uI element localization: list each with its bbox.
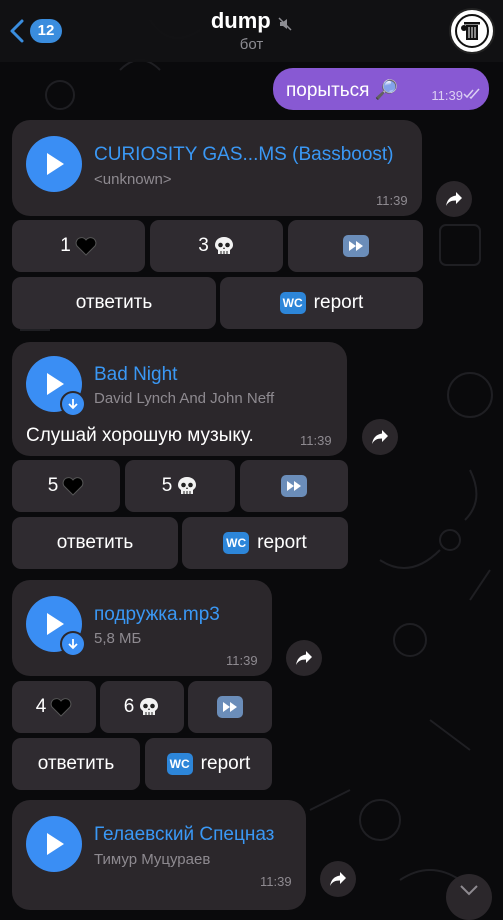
scroll-to-bottom-button[interactable] <box>446 874 492 920</box>
play-icon <box>47 373 64 395</box>
play-button[interactable] <box>26 136 82 192</box>
like-button[interactable]: 4 <box>12 681 96 733</box>
skull-button[interactable]: 3 <box>150 220 283 272</box>
report-button[interactable]: WC report <box>182 517 348 569</box>
track-title[interactable]: CURIOSITY GAS...MS (Bassboost) <box>94 144 394 166</box>
wc-icon: WC <box>166 753 193 775</box>
message-time: 11:39 <box>300 433 332 448</box>
black-heart-icon <box>50 698 72 717</box>
outgoing-message[interactable]: порыться 🔎 11:39 <box>273 68 489 110</box>
reply-label: ответить <box>37 753 115 774</box>
chat-title-block[interactable]: dump бот <box>0 8 503 53</box>
track-artist: <unknown> <box>94 171 172 188</box>
chevron-down-icon <box>460 885 478 896</box>
skull-count: 6 <box>123 696 135 717</box>
track-artist: David Lynch And John Neff <box>94 390 275 407</box>
skull-count: 3 <box>198 235 209 256</box>
share-arrow-icon <box>296 651 312 665</box>
skull-icon <box>178 477 197 494</box>
download-icon[interactable] <box>60 391 86 417</box>
trash-bin-icon <box>455 14 489 48</box>
mute-icon <box>278 17 292 31</box>
reply-label: ответить <box>75 292 153 313</box>
like-count: 1 <box>60 235 71 256</box>
share-arrow-icon <box>330 872 346 886</box>
skull-button[interactable]: 6 <box>100 681 184 733</box>
reply-button[interactable]: ответить <box>12 738 140 790</box>
track-title[interactable]: Гелаевский Спецназ <box>94 824 274 846</box>
like-count: 4 <box>35 696 47 717</box>
like-count: 5 <box>47 475 59 496</box>
download-icon[interactable] <box>60 631 86 657</box>
share-button[interactable] <box>436 181 472 217</box>
chat-subtitle: бот <box>239 36 264 53</box>
next-track-button[interactable] <box>188 681 272 733</box>
share-arrow-icon <box>372 430 388 444</box>
skull-count: 5 <box>161 475 173 496</box>
share-arrow-icon <box>446 192 462 206</box>
report-label: report <box>313 292 364 313</box>
play-icon <box>47 613 64 635</box>
next-track-button[interactable] <box>240 460 348 512</box>
like-button[interactable]: 5 <box>12 460 120 512</box>
track-title[interactable]: Bad Night <box>94 364 177 386</box>
file-name[interactable]: подружка.mp3 <box>94 604 220 626</box>
reply-button[interactable]: ответить <box>12 277 216 329</box>
chat-header: 12 dump бот <box>0 0 503 62</box>
like-button[interactable]: 1 <box>12 220 145 272</box>
skull-button[interactable]: 5 <box>125 460 235 512</box>
report-label: report <box>200 753 251 774</box>
audio-message-4[interactable]: Гелаевский Спецназ Тимур Муцураев 11:39 <box>12 800 306 910</box>
fast-forward-icon <box>217 696 243 718</box>
message-time: 11:39 <box>376 193 408 208</box>
wc-icon: WC <box>223 532 250 554</box>
reply-button[interactable]: ответить <box>12 517 178 569</box>
fast-forward-icon <box>281 475 307 497</box>
message-time: 11:39 <box>431 88 463 103</box>
play-icon <box>47 833 64 855</box>
message-caption: Слушай хорошую музыку. <box>26 425 254 446</box>
message-time: 11:39 <box>260 874 292 889</box>
report-button[interactable]: WC report <box>145 738 272 790</box>
black-heart-icon <box>62 477 84 496</box>
fast-forward-icon <box>342 235 369 257</box>
outgoing-text: порыться 🔎 <box>286 80 399 101</box>
reply-label: ответить <box>56 532 134 553</box>
play-button[interactable] <box>26 816 82 872</box>
share-button[interactable] <box>320 861 356 897</box>
read-ticks-icon <box>463 88 480 100</box>
message-time: 11:39 <box>226 653 258 668</box>
play-icon <box>47 153 64 175</box>
audio-message-2[interactable]: Bad Night David Lynch And John Neff Слуш… <box>12 342 347 456</box>
share-button[interactable] <box>362 419 398 455</box>
track-artist: Тимур Муцураев <box>94 851 211 868</box>
next-track-button[interactable] <box>288 220 423 272</box>
report-button[interactable]: WC report <box>220 277 423 329</box>
bot-avatar[interactable] <box>449 8 495 54</box>
file-size: 5,8 МБ <box>94 630 142 647</box>
chat-title: dump <box>210 8 271 33</box>
black-heart-icon <box>75 237 97 256</box>
skull-icon <box>140 698 159 715</box>
wc-icon: WC <box>279 292 306 314</box>
skull-icon <box>214 237 233 254</box>
share-button[interactable] <box>286 640 322 676</box>
audio-message-1[interactable]: CURIOSITY GAS...MS (Bassboost) <unknown>… <box>12 120 422 216</box>
audio-message-3[interactable]: подружка.mp3 5,8 МБ 11:39 <box>12 580 272 676</box>
report-label: report <box>257 532 307 553</box>
